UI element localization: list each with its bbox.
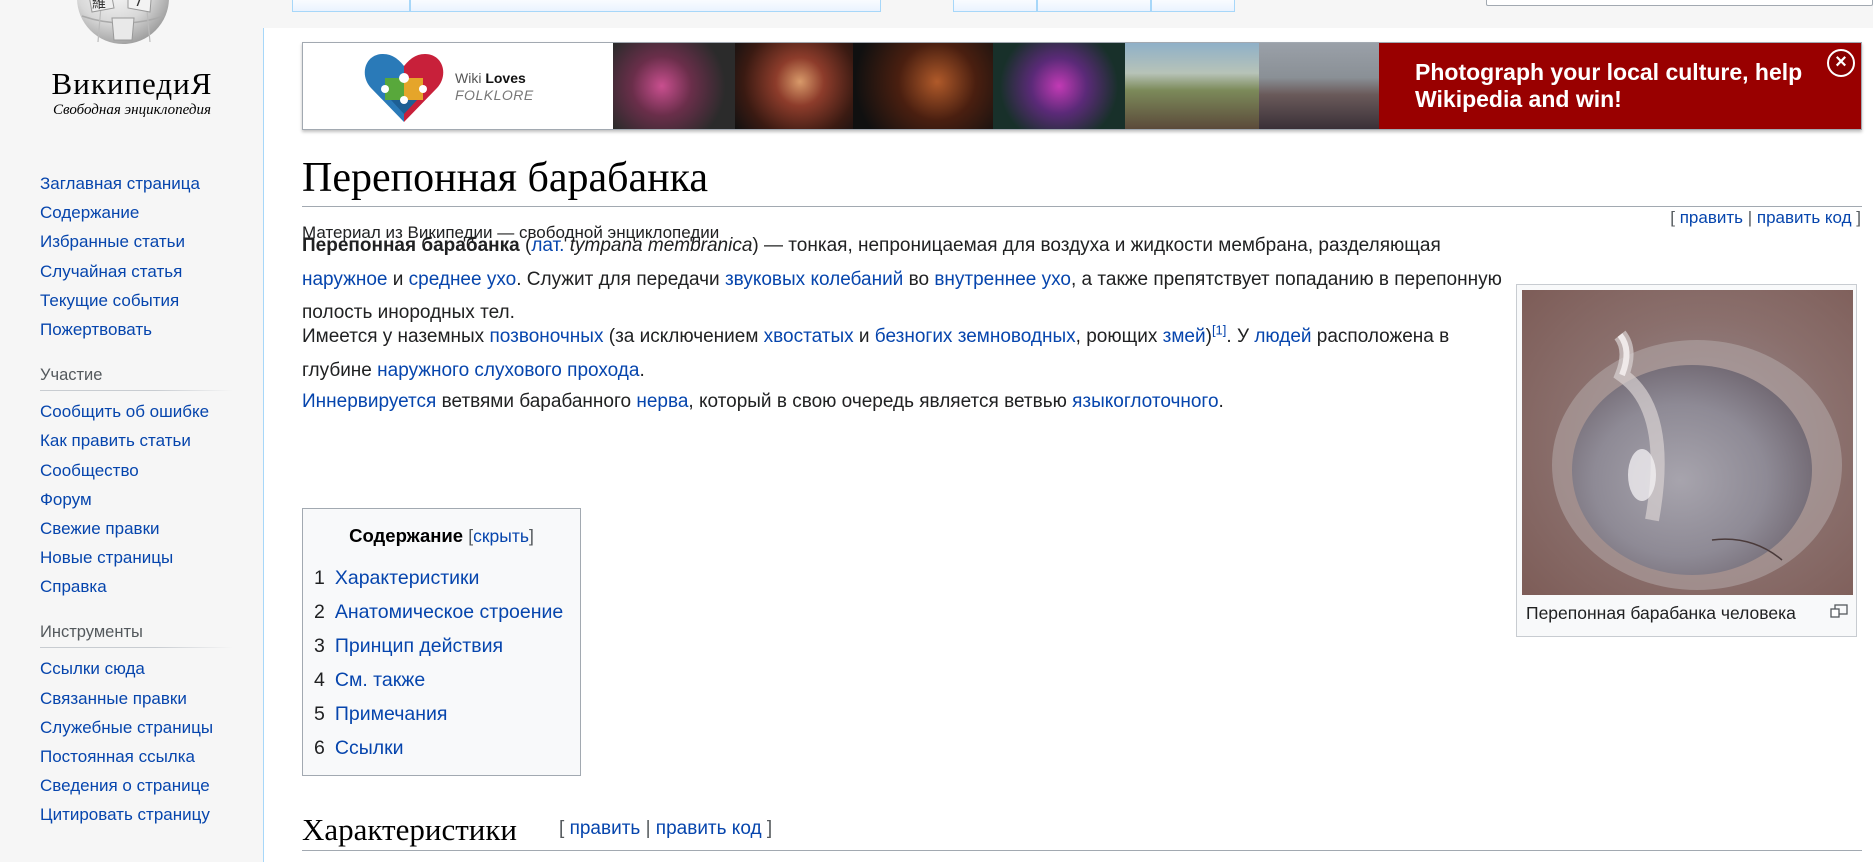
snakes-link[interactable]: змей [1163, 326, 1206, 347]
sidebar-item-contents[interactable]: Содержание [40, 203, 139, 222]
article-paragraph-2: Имеется у наземных позвоночных (за исклю… [302, 322, 1450, 381]
banner-photo [1125, 43, 1259, 129]
search-input[interactable] [1486, 0, 1873, 6]
content-area: Wiki Loves FOLKLORE Photograph your loca… [263, 28, 1873, 862]
glossopharyngeal-link[interactable]: языкоглоточного [1072, 391, 1218, 412]
nav-tools: Инструменты Ссылки сюда Связанные правки… [40, 623, 232, 829]
sidebar-item-current-events[interactable]: Текущие события [40, 291, 179, 310]
sidebar-item-what-links-here[interactable]: Ссылки сюда [40, 659, 145, 678]
legless-amphibians-link[interactable]: безногих земноводных [875, 326, 1076, 347]
tailed-link[interactable]: хвостатых [764, 326, 854, 347]
nav-navigation: Заглавная страница Содержание Избранные … [40, 169, 232, 344]
sidebar-item-forum[interactable]: Форум [40, 490, 92, 509]
svg-text:維: 維 [92, 0, 106, 12]
banner-logo-text: Wiki Loves FOLKLORE [455, 70, 534, 103]
toc-item[interactable]: 4 См. также [314, 663, 563, 697]
banner-cta-line1: Photograph your local culture, help [1415, 59, 1803, 85]
table-of-contents: Содержание [скрыть] 1 Характеристики 2 Ана… [302, 508, 581, 776]
section-heading-characteristics: Характеристики [ править | править код ] [302, 808, 1862, 851]
thumbnail-figure: Перепонная барабанка человека [1516, 284, 1857, 637]
wikipedia-logo[interactable]: 維 7 ВикипедиЯ Свободная энциклопедия [0, 0, 263, 130]
sidebar-item-how-to-edit[interactable]: Как править статьи [40, 431, 191, 450]
nav-participation: Участие Сообщить об ошибке Как править с… [40, 366, 232, 601]
article-paragraph-3: Иннервируется ветвями барабанного нерва,… [302, 391, 1224, 412]
sidebar-item-recent-changes[interactable]: Свежие правки [40, 519, 160, 538]
sidebar-item-report-error[interactable]: Сообщить об ошибке [40, 402, 209, 421]
nerve-link[interactable]: нерва [636, 391, 688, 412]
sound-vibrations-link[interactable]: звуковых колебаний [725, 269, 903, 290]
banner-photo [735, 43, 853, 129]
puzzle-heart-icon [364, 54, 444, 122]
toc-item[interactable]: 1 Характеристики [314, 561, 563, 595]
toc-item[interactable]: 6 Ссылки [314, 731, 563, 765]
logo-tagline: Свободная энциклопедия [53, 102, 211, 118]
section-edit-links: [ править | править код ] [559, 818, 773, 839]
enlarge-icon[interactable] [1830, 604, 1848, 618]
inner-ear-link[interactable]: внутреннее ухо [934, 269, 1071, 290]
sidebar-item-special-pages[interactable]: Служебные страницы [40, 718, 213, 737]
page-title: Перепонная барабанка [302, 154, 1862, 207]
toc-list: 1 Характеристики 2 Анатомическое строение … [314, 561, 563, 765]
top-tab-4[interactable] [1037, 0, 1151, 12]
sidebar-item-new-pages[interactable]: Новые страницы [40, 548, 173, 567]
section-edit-link[interactable]: править [570, 818, 641, 839]
toc-item[interactable]: 5 Примечания [314, 697, 563, 731]
sidebar-item-featured[interactable]: Избранные статьи [40, 232, 185, 251]
thumbnail-caption: Перепонная барабанка человека [1526, 603, 1796, 623]
article-paragraph-1: Перепонная барабанка (лат. tympana membr… [302, 235, 1502, 323]
ear-canal-link[interactable]: наружного слухового прохода [377, 360, 639, 381]
vertebrates-link[interactable]: позвоночных [489, 326, 603, 347]
top-tab-1[interactable] [292, 0, 410, 12]
reference-1-link[interactable]: [1] [1212, 323, 1226, 338]
humans-link[interactable]: людей [1254, 326, 1311, 347]
banner-photo [1259, 43, 1379, 129]
globe-icon: 維 7 [77, 0, 169, 44]
sidebar-item-related-changes[interactable]: Связанные правки [40, 689, 187, 708]
banner-photo-strip [613, 43, 1379, 129]
tools-heading: Инструменты [40, 623, 232, 649]
logo-wordmark: ВикипедиЯ [51, 66, 213, 101]
sidebar-item-permanent-link[interactable]: Постоянная ссылка [40, 747, 195, 766]
banner-cta-line2: Wikipedia and win! [1415, 86, 1622, 112]
wiki-loves-folklore-banner[interactable]: Wiki Loves FOLKLORE Photograph your loca… [302, 42, 1862, 130]
sidebar: Заглавная страница Содержание Избранные … [0, 165, 263, 830]
sidebar-item-community[interactable]: Сообщество [40, 461, 139, 480]
top-tab-3[interactable] [953, 0, 1037, 12]
top-tab-2[interactable] [410, 0, 881, 12]
toc-hide-toggle[interactable]: скрыть [473, 526, 529, 546]
sidebar-item-donate[interactable]: Пожертвовать [40, 320, 152, 339]
banner-photo [993, 43, 1125, 129]
banner-photo [613, 43, 735, 129]
middle-ear-link[interactable]: среднее ухо [409, 269, 517, 290]
sidebar-item-page-info[interactable]: Сведения о странице [40, 776, 210, 795]
svg-text:7: 7 [134, 0, 143, 10]
top-tab-5[interactable] [1151, 0, 1235, 12]
outer-ear-link[interactable]: наружное [302, 269, 387, 290]
banner-logo: Wiki Loves FOLKLORE [303, 43, 613, 129]
sidebar-item-help[interactable]: Справка [40, 577, 107, 596]
section-edit-code-link[interactable]: править код [656, 818, 762, 839]
sidebar-item-main-page[interactable]: Заглавная страница [40, 174, 200, 193]
toc-title: Содержание [349, 525, 464, 546]
toc-header: Содержание [скрыть] [349, 525, 534, 546]
lat-link[interactable]: лат. [531, 235, 564, 256]
edit-link[interactable]: править [1680, 208, 1743, 227]
banner-photo [853, 43, 993, 129]
eardrum-image[interactable] [1522, 290, 1853, 595]
banner-cta[interactable]: Photograph your local culture, help Wiki… [1379, 43, 1861, 129]
toc-item[interactable]: 2 Анатомическое строение [314, 595, 563, 629]
toc-item[interactable]: 3 Принцип действия [314, 629, 563, 663]
innervation-link[interactable]: Иннервируется [302, 391, 436, 412]
close-icon[interactable]: × [1827, 49, 1855, 77]
page-edit-links: [ править | править код ] [1670, 208, 1861, 227]
participation-heading: Участие [40, 366, 232, 392]
edit-code-link[interactable]: править код [1757, 208, 1852, 227]
sidebar-item-random[interactable]: Случайная статья [40, 262, 182, 281]
section-title: Характеристики [302, 812, 518, 847]
sidebar-item-cite-page[interactable]: Цитировать страницу [40, 805, 210, 824]
